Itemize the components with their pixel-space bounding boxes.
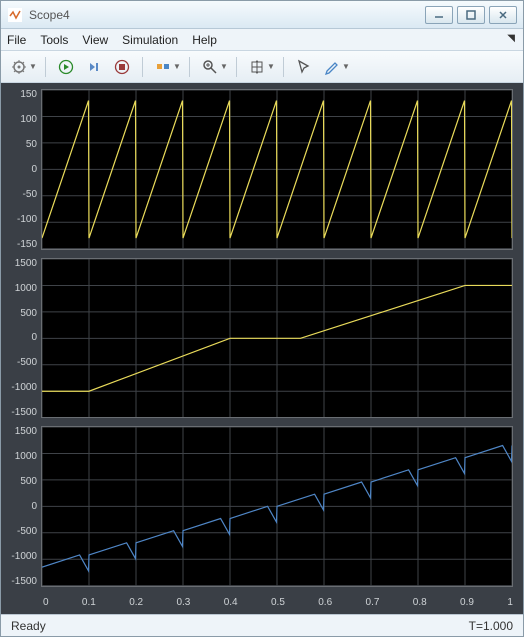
plot-canvas-2[interactable] [41, 258, 513, 419]
y-tick: 50 [26, 139, 37, 150]
toolbar: ▼ ▼ ▼ ▼ ▼ [1, 51, 523, 83]
annotate-dropdown-icon[interactable]: ▼ [342, 62, 350, 71]
axes-3: 1500 1000 500 0 -500 -1000 -1500 [7, 426, 513, 587]
status-ready: Ready [11, 619, 46, 633]
toolbar-separator [283, 57, 284, 77]
toolbar-toggle-icon[interactable]: ◥ [507, 33, 515, 44]
y-tick: -100 [17, 214, 37, 225]
autoscale-icon[interactable] [245, 55, 269, 79]
menu-file[interactable]: File [7, 33, 26, 47]
menu-tools[interactable]: Tools [40, 33, 68, 47]
axes-2: 1500 1000 500 0 -500 -1000 -1500 [7, 258, 513, 419]
zoom-dropdown-icon[interactable]: ▼ [220, 62, 228, 71]
autoscale-dropdown-icon[interactable]: ▼ [267, 62, 275, 71]
y-tick: 0 [31, 501, 37, 512]
toolbar-separator [236, 57, 237, 77]
y-tick: 1000 [15, 283, 37, 294]
y-tick: 500 [20, 476, 37, 487]
menu-help[interactable]: Help [192, 33, 217, 47]
gear-dropdown-icon[interactable]: ▼ [29, 62, 37, 71]
step-icon[interactable] [82, 55, 106, 79]
y-tick: -500 [17, 526, 37, 537]
toolbar-separator [45, 57, 46, 77]
highlight-dropdown-icon[interactable]: ▼ [173, 62, 181, 71]
y-tick: -1000 [11, 551, 37, 562]
y-tick-labels-1: 150 100 50 0 -50 -100 -150 [7, 89, 41, 250]
y-tick: 1000 [15, 451, 37, 462]
titlebar: Scope4 [1, 1, 523, 29]
x-tick: 0 [43, 597, 49, 608]
y-tick: 1500 [15, 426, 37, 437]
menu-simulation[interactable]: Simulation [122, 33, 178, 47]
plot-area: 150100500-50-100-150 150010005000-500-10… [1, 83, 523, 614]
menu-view[interactable]: View [82, 33, 108, 47]
minimize-button[interactable] [425, 6, 453, 24]
axes-1: 150 100 50 0 -50 -100 -150 [7, 89, 513, 250]
x-tick: 0.8 [413, 597, 427, 608]
x-tick: 0.4 [224, 597, 238, 608]
y-tick: -500 [17, 357, 37, 368]
zoom-icon[interactable] [198, 55, 222, 79]
menubar: File Tools View Simulation Help ◥ [1, 29, 523, 51]
status-time: T=1.000 [469, 619, 513, 633]
app-icon [7, 7, 23, 23]
annotate-icon[interactable] [320, 55, 344, 79]
y-tick: -50 [23, 189, 37, 200]
y-tick: 1500 [15, 258, 37, 269]
gear-icon[interactable] [7, 55, 31, 79]
x-tick-labels: 0 0.1 0.2 0.3 0.4 0.5 0.6 0.7 0.8 0.9 1 [43, 597, 513, 608]
close-button[interactable] [489, 6, 517, 24]
y-tick: -1500 [11, 407, 37, 418]
y-tick: 0 [31, 332, 37, 343]
run-icon[interactable] [54, 55, 78, 79]
window-controls [425, 6, 517, 24]
scope-window: Scope4 File Tools View Simulation Help ◥… [0, 0, 524, 637]
y-tick: 100 [20, 114, 37, 125]
plot-canvas-1[interactable] [41, 89, 513, 250]
x-tick: 0.6 [318, 597, 332, 608]
x-tick: 0.3 [176, 597, 190, 608]
maximize-button[interactable] [457, 6, 485, 24]
y-tick: -1000 [11, 382, 37, 393]
toolbar-separator [142, 57, 143, 77]
y-tick-labels-3: 1500 1000 500 0 -500 -1000 -1500 [7, 426, 41, 587]
toolbar-separator [189, 57, 190, 77]
x-tick: 0.5 [271, 597, 285, 608]
stop-icon[interactable] [110, 55, 134, 79]
x-tick: 1 [507, 597, 513, 608]
window-title: Scope4 [29, 8, 425, 22]
plot-canvas-3[interactable] [41, 426, 513, 587]
y-tick-labels-2: 1500 1000 500 0 -500 -1000 -1500 [7, 258, 41, 419]
x-tick: 0.2 [129, 597, 143, 608]
cursor-icon[interactable] [292, 55, 316, 79]
y-tick: 150 [20, 89, 37, 100]
y-tick: -1500 [11, 576, 37, 587]
x-tick: 0.7 [366, 597, 380, 608]
highlight-icon[interactable] [151, 55, 175, 79]
y-tick: 500 [20, 308, 37, 319]
statusbar: Ready T=1.000 [1, 614, 523, 636]
x-tick: 0.1 [82, 597, 96, 608]
x-tick: 0.9 [460, 597, 474, 608]
y-tick: -150 [17, 239, 37, 250]
y-tick: 0 [31, 164, 37, 175]
